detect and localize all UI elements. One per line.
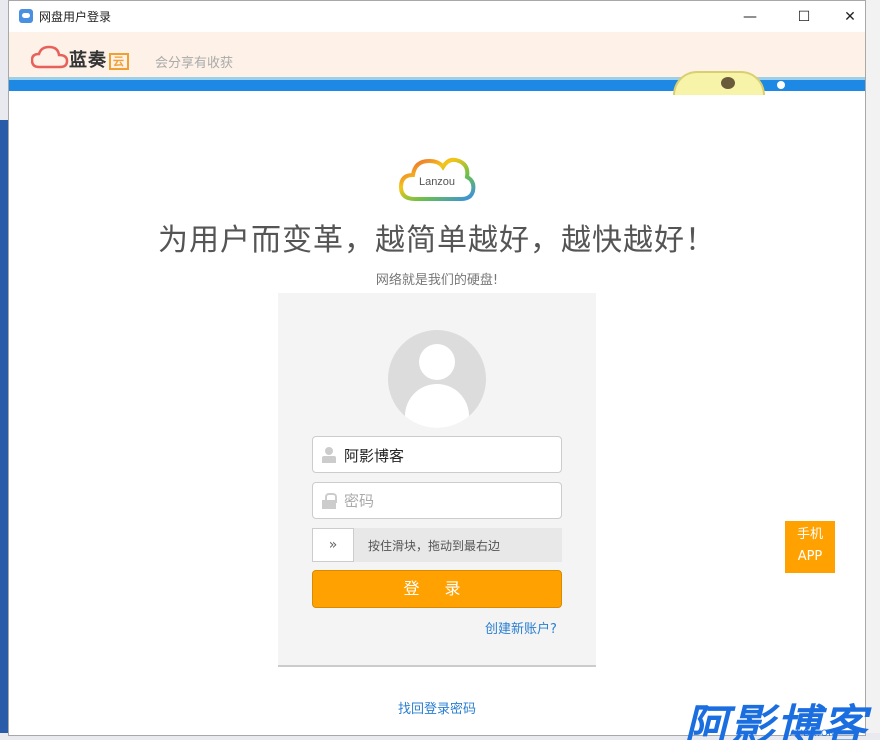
avatar-body	[405, 384, 469, 428]
subline: 网络就是我们的硬盘!	[375, 273, 499, 288]
slider-hint: 按住滑块，拖动到最右边	[368, 539, 501, 553]
logo-text: 蓝奏云	[69, 46, 129, 72]
mobile-app-line2: APP	[797, 549, 823, 564]
mascot-dot	[777, 81, 785, 89]
login-button[interactable]: 登 录	[312, 570, 562, 608]
register-link[interactable]: 创建新账户?	[485, 618, 557, 637]
login-panel: » 按住滑块，拖动到最右边 登 录 创建新账户?	[278, 293, 596, 667]
slider-handle[interactable]: »	[312, 528, 354, 562]
desktop-background-left-top	[0, 0, 8, 120]
main-logo-label: Lanzou	[418, 176, 456, 188]
watermark-sub: AYBK.CN	[790, 728, 836, 738]
lanzou-logo-icon	[31, 45, 69, 69]
headline: 为用户而变革，越简单越好，越快越好！	[158, 223, 716, 258]
minimize-button[interactable]: —	[727, 1, 773, 32]
mobile-app-line1: 手机	[796, 527, 823, 542]
slogan: 会分享有收获	[155, 56, 234, 71]
desktop-background-right	[866, 0, 880, 740]
mobile-app-button[interactable]: 手机 APP	[785, 521, 835, 573]
mascot-illustration	[673, 71, 765, 95]
cloud-app-icon	[19, 9, 33, 23]
window-title: 网盘用户登录	[39, 10, 112, 24]
password-field[interactable]	[312, 482, 562, 519]
lock-icon	[322, 493, 337, 509]
password-input[interactable]	[344, 489, 554, 513]
logo-badge: 云	[109, 53, 129, 70]
login-window: 网盘用户登录 — ☐ ✕ 蓝奏云 会分享有收获 Lanzou 为用户而变革，越简…	[8, 0, 866, 736]
slide-captcha[interactable]: » 按住滑块，拖动到最右边	[312, 528, 562, 562]
username-field[interactable]	[312, 436, 562, 473]
mascot-eye	[721, 77, 735, 89]
title-bar[interactable]: 网盘用户登录 — ☐ ✕	[9, 1, 865, 32]
close-button[interactable]: ✕	[827, 1, 865, 32]
double-chevron-right-icon: »	[328, 537, 338, 553]
avatar	[388, 330, 486, 428]
user-icon	[322, 447, 336, 463]
username-input[interactable]	[344, 443, 554, 467]
watermark-logo: 阿影博客	[684, 701, 868, 740]
avatar-head	[419, 344, 455, 380]
maximize-button[interactable]: ☐	[781, 1, 827, 32]
